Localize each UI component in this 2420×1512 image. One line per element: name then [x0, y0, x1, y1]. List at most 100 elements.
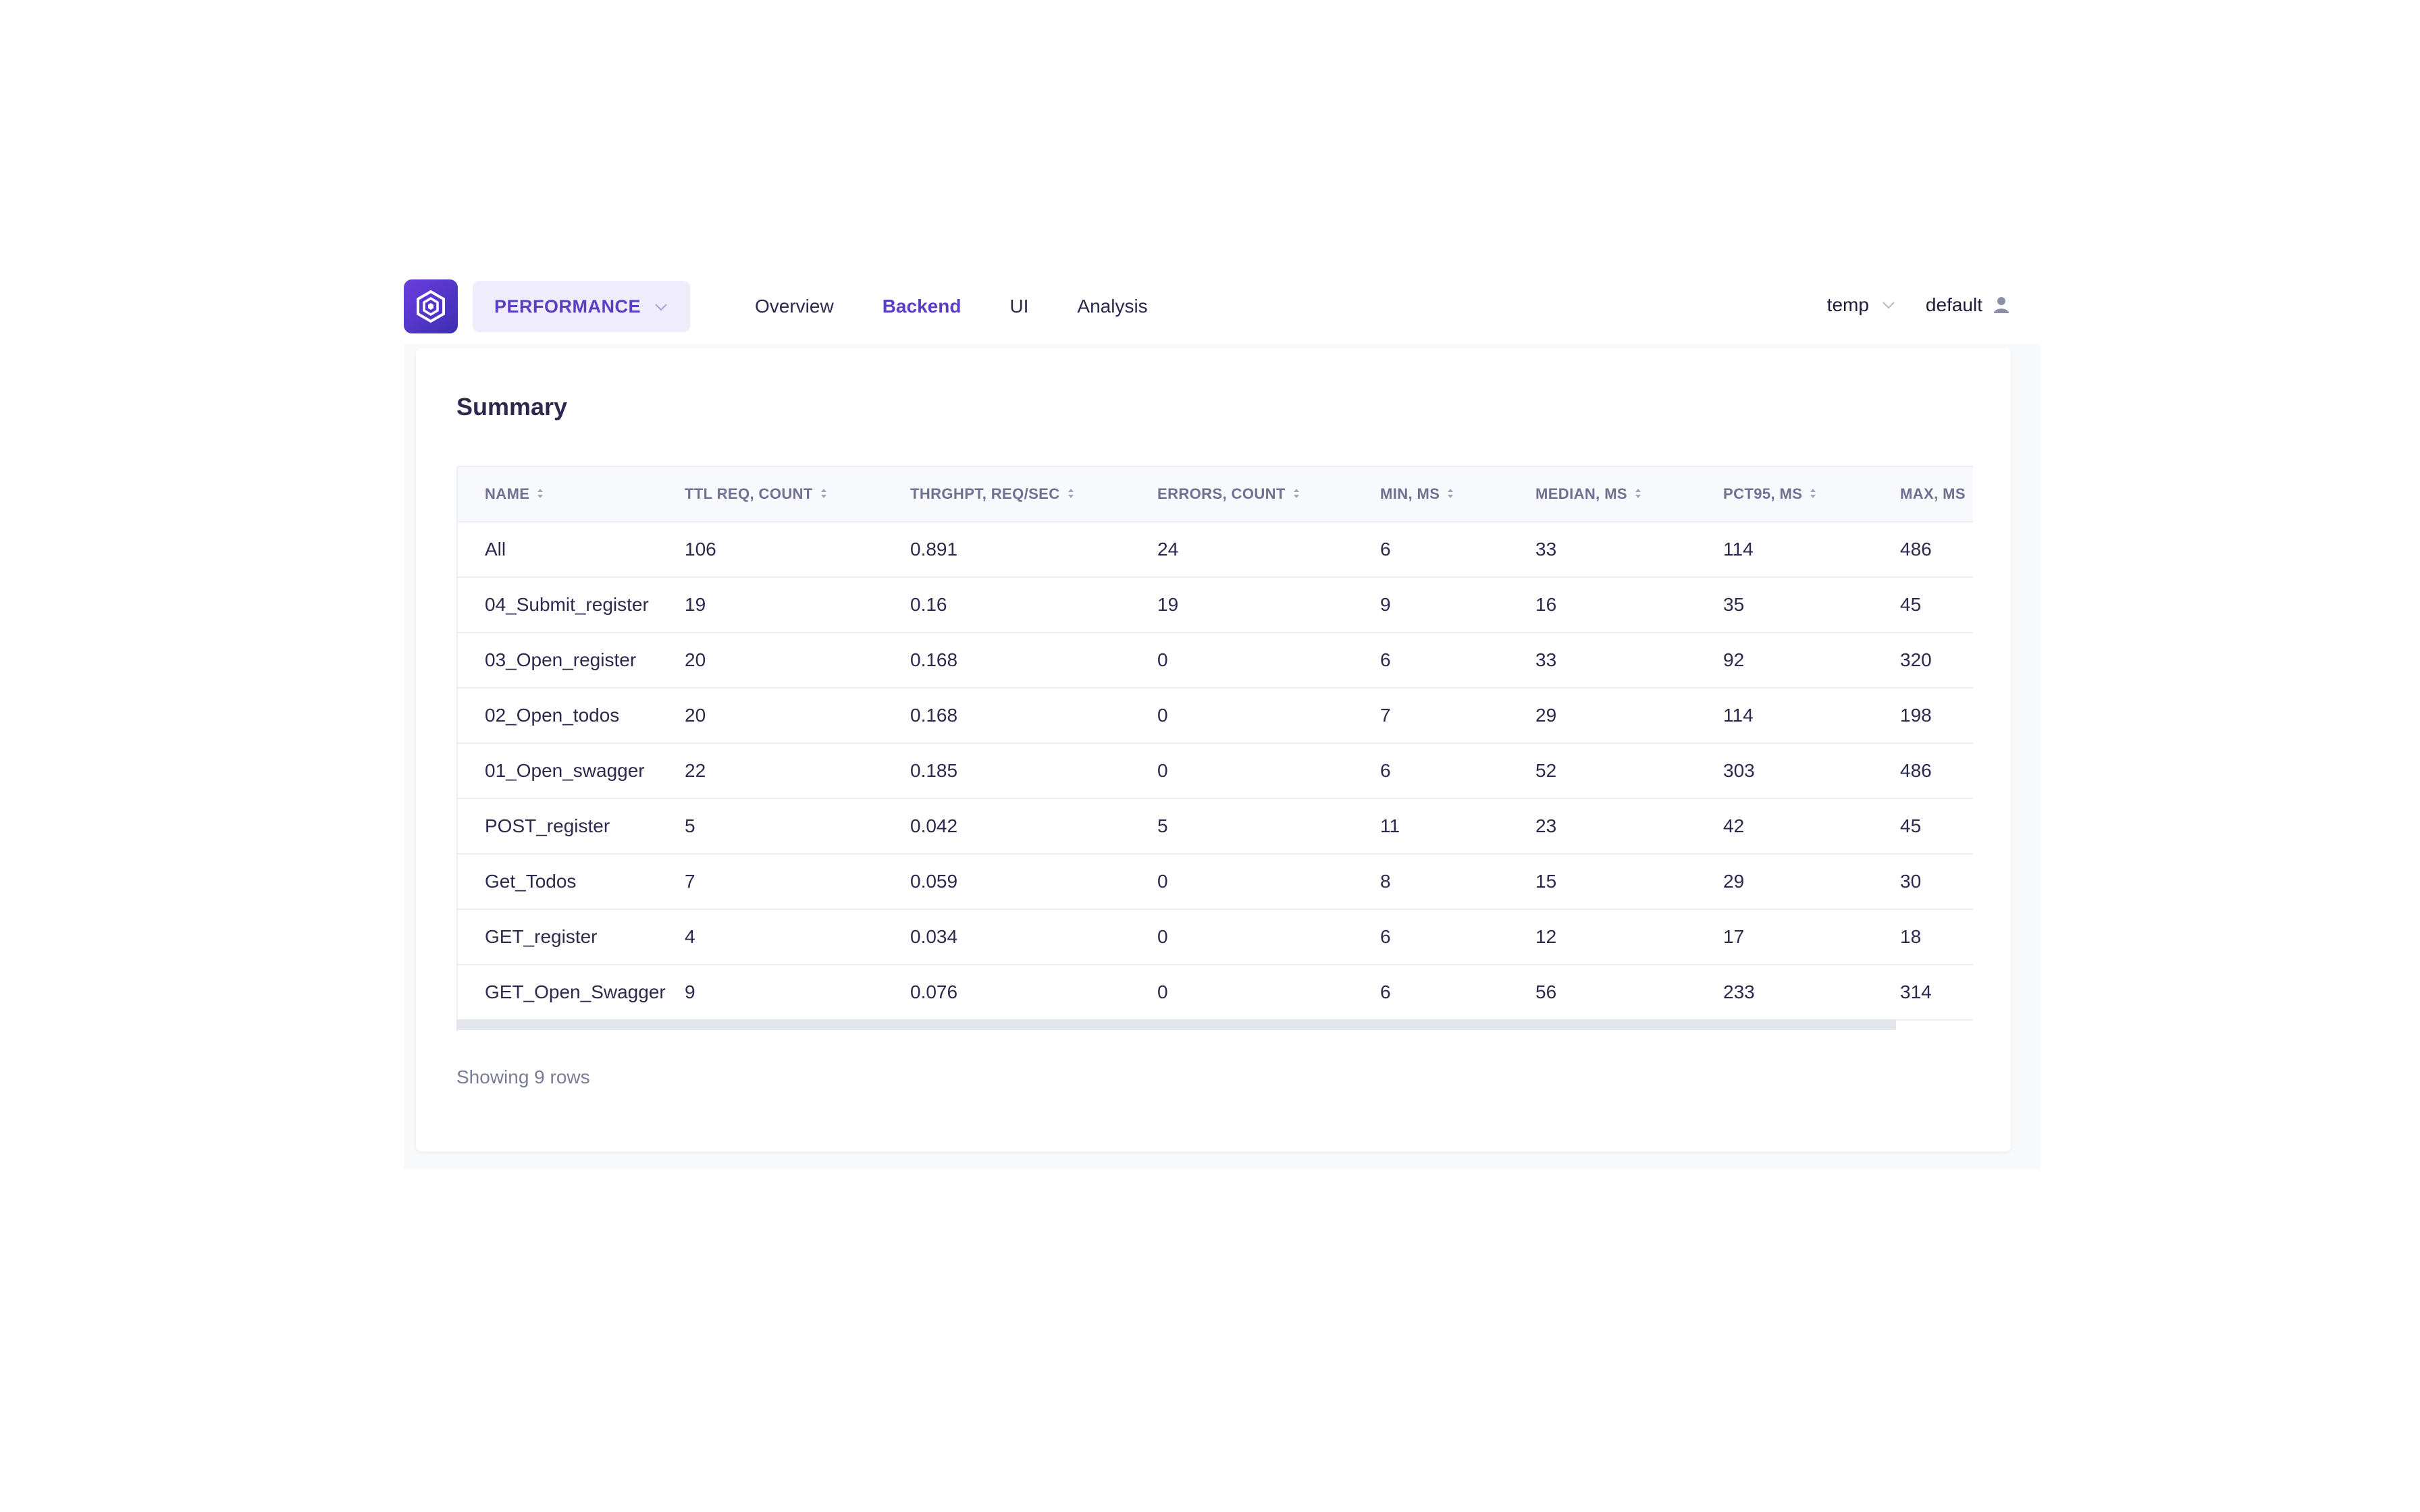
cell-min-ms: 11: [1353, 799, 1508, 855]
cell-name: Get_Todos: [458, 854, 658, 910]
column-header-pct95-ms[interactable]: PCT95, MS: [1696, 467, 1873, 522]
cell-median-ms: 15: [1508, 854, 1696, 910]
sort-icon: [537, 489, 544, 499]
cell-errors-count: 0: [1130, 743, 1353, 799]
cell-pct95-ms: 303: [1696, 743, 1873, 799]
nav-link-analysis[interactable]: Analysis: [1077, 296, 1147, 317]
cell-throughput: 0.891: [883, 522, 1130, 578]
cell-throughput: 0.034: [883, 909, 1130, 965]
cell-throughput: 0.076: [883, 965, 1130, 1021]
sort-icon: [1448, 489, 1454, 499]
cell-pct95-ms: 233: [1696, 965, 1873, 1021]
cell-errors-count: 0: [1130, 909, 1353, 965]
cell-name: POST_register: [458, 799, 658, 855]
sort-icon: [1293, 489, 1299, 499]
app-logo[interactable]: [404, 279, 458, 333]
cell-max-ms: 45: [1873, 799, 1973, 855]
cell-max-ms: 198: [1873, 688, 1973, 744]
cell-median-ms: 52: [1508, 743, 1696, 799]
cell-median-ms: 29: [1508, 688, 1696, 744]
cell-throughput: 0.185: [883, 743, 1130, 799]
cell-ttl-req-count: 9: [658, 965, 883, 1021]
cell-throughput: 0.168: [883, 688, 1130, 744]
column-header-errors-count[interactable]: ERRORS, COUNT: [1130, 467, 1353, 522]
project-select-label: PERFORMANCE: [494, 296, 641, 317]
cell-max-ms: 320: [1873, 632, 1973, 688]
cell-median-ms: 16: [1508, 577, 1696, 633]
cell-ttl-req-count: 106: [658, 522, 883, 578]
cell-min-ms: 8: [1353, 854, 1508, 910]
hexagon-logo-icon: [417, 290, 445, 323]
user-menu[interactable]: default: [1926, 294, 2011, 316]
cell-pct95-ms: 92: [1696, 632, 1873, 688]
cell-median-ms: 33: [1508, 522, 1696, 578]
cell-max-ms: 314: [1873, 965, 1973, 1021]
table-row[interactable]: 04_Submit_register 19 0.16 19 9 16 35 45: [458, 577, 1973, 633]
cell-ttl-req-count: 20: [658, 632, 883, 688]
cell-name: 04_Submit_register: [458, 577, 658, 633]
column-header-label: PCT95, MS: [1723, 485, 1803, 502]
scrollbar-thumb[interactable]: [456, 1019, 1896, 1030]
cell-pct95-ms: 35: [1696, 577, 1873, 633]
cell-throughput: 0.16: [883, 577, 1130, 633]
table-row[interactable]: POST_register 5 0.042 5 11 23 42 45: [458, 799, 1973, 855]
cell-max-ms: 30: [1873, 854, 1973, 910]
cell-min-ms: 6: [1353, 632, 1508, 688]
cell-min-ms: 6: [1353, 743, 1508, 799]
table-row[interactable]: GET_register 4 0.034 0 6 12 17 18: [458, 909, 1973, 965]
cell-errors-count: 5: [1130, 799, 1353, 855]
table-row[interactable]: 01_Open_swagger 22 0.185 0 6 52 303 486: [458, 743, 1973, 799]
sort-icon: [1635, 489, 1641, 499]
top-navbar: PERFORMANCE Overview Backend UI Analysis…: [404, 277, 2041, 348]
environment-select-label: temp: [1826, 294, 1869, 315]
cell-throughput: 0.059: [883, 854, 1130, 910]
app-root: PERFORMANCE Overview Backend UI Analysis…: [0, 0, 2420, 1512]
project-select[interactable]: PERFORMANCE: [473, 281, 690, 332]
cell-ttl-req-count: 22: [658, 743, 883, 799]
table-row[interactable]: 02_Open_todos 20 0.168 0 7 29 114 198: [458, 688, 1973, 744]
column-header-label: MAX, MS: [1900, 485, 1966, 502]
sort-icon: [820, 489, 826, 499]
chevron-down-icon: [1883, 302, 1895, 309]
table-row[interactable]: Get_Todos 7 0.059 0 8 15 29 30: [458, 854, 1973, 910]
cell-errors-count: 0: [1130, 965, 1353, 1021]
cell-throughput: 0.168: [883, 632, 1130, 688]
column-header-label: ERRORS, COUNT: [1157, 485, 1286, 502]
table-row[interactable]: 03_Open_register 20 0.168 0 6 33 92 320: [458, 632, 1973, 688]
cell-ttl-req-count: 4: [658, 909, 883, 965]
column-header-throughput[interactable]: THRGHPT, REQ/SEC: [883, 467, 1130, 522]
column-header-name[interactable]: NAME: [458, 467, 658, 522]
sort-icon: [1972, 487, 1973, 500]
sort-icon: [1810, 489, 1816, 499]
column-header-median-ms[interactable]: MEDIAN, MS: [1508, 467, 1696, 522]
environment-select[interactable]: temp: [1827, 294, 1896, 316]
cell-pct95-ms: 17: [1696, 909, 1873, 965]
nav-link-overview[interactable]: Overview: [755, 296, 834, 317]
table-row[interactable]: All 106 0.891 24 6 33 114 486: [458, 522, 1973, 578]
summary-table-container: NAME TTL REQ, COUNT THRGHPT, REQ/SEC ERRORS…: [456, 466, 1973, 1031]
summary-title: Summary: [456, 393, 568, 421]
cell-ttl-req-count: 19: [658, 577, 883, 633]
horizontal-scrollbar[interactable]: [456, 1019, 1972, 1030]
column-header-label: MEDIAN, MS: [1535, 485, 1627, 502]
cell-errors-count: 0: [1130, 854, 1353, 910]
table-row[interactable]: GET_Open_Swagger 9 0.076 0 6 56 233 314: [458, 965, 1973, 1021]
cell-pct95-ms: 42: [1696, 799, 1873, 855]
cell-min-ms: 6: [1353, 965, 1508, 1021]
cell-ttl-req-count: 5: [658, 799, 883, 855]
chevron-down-icon: [655, 304, 667, 311]
cell-median-ms: 23: [1508, 799, 1696, 855]
cell-name: 02_Open_todos: [458, 688, 658, 744]
column-header-max-ms[interactable]: MAX, MS: [1873, 467, 1973, 522]
cell-max-ms: 486: [1873, 522, 1973, 578]
cell-max-ms: 45: [1873, 577, 1973, 633]
column-header-min-ms[interactable]: MIN, MS: [1353, 467, 1508, 522]
column-header-ttl-req-count[interactable]: TTL REQ, COUNT: [658, 467, 883, 522]
user-icon: [1994, 297, 2009, 313]
nav-links: Overview Backend UI Analysis: [755, 296, 1196, 317]
cell-name: GET_Open_Swagger: [458, 965, 666, 1021]
sort-icon: [1068, 489, 1074, 499]
nav-link-ui[interactable]: UI: [1009, 296, 1028, 317]
nav-link-backend[interactable]: Backend: [883, 296, 962, 317]
cell-errors-count: 0: [1130, 632, 1353, 688]
